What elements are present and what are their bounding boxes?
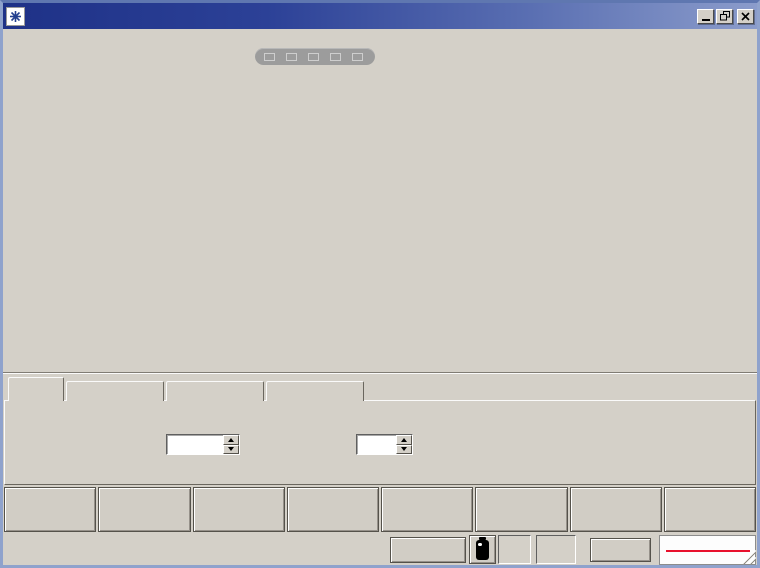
spinner-up-icon: [401, 438, 407, 442]
status-bar: [3, 534, 757, 565]
range-button[interactable]: [390, 537, 466, 563]
battery-icon: [476, 540, 489, 560]
signal-status-indicator: [536, 535, 576, 564]
legend-swatch-x-axis: [264, 53, 275, 61]
battery-percent: [498, 535, 531, 564]
legend-item: [352, 53, 366, 61]
logo-red-line: [666, 550, 750, 552]
scaling-y-down-button[interactable]: [223, 445, 239, 455]
legend-item: [308, 53, 322, 61]
tab-scale[interactable]: [8, 377, 64, 401]
restore-icon: [720, 11, 730, 21]
lost-packets-button[interactable]: [590, 538, 651, 562]
legend-item: [330, 53, 344, 61]
montronix-logo: [659, 535, 756, 565]
tab-offset-settings[interactable]: [166, 381, 264, 401]
hide-settings-button[interactable]: [193, 487, 285, 532]
legend-item: [264, 53, 278, 61]
blank-button-2[interactable]: [664, 487, 756, 532]
chart-legend: [255, 48, 375, 65]
select-sensor-button[interactable]: [475, 487, 567, 532]
close-icon: [741, 12, 750, 21]
spinner-down-icon: [401, 447, 407, 451]
separator: [3, 372, 757, 374]
scaling-y-up-button[interactable]: [223, 435, 239, 445]
window-controls: [697, 9, 754, 24]
scaling-y-input[interactable]: [166, 434, 240, 455]
legend-item: [286, 53, 300, 61]
button-row: [3, 487, 757, 532]
legend-swatch-z-axis: [308, 53, 319, 61]
restore-button[interactable]: [716, 9, 733, 24]
close-button[interactable]: [737, 9, 754, 24]
chart-panel: [3, 29, 757, 372]
legend-swatch-temperature: [352, 53, 363, 61]
config-button[interactable]: [4, 487, 96, 532]
load-log-file-button[interactable]: [381, 487, 473, 532]
tab-panel-scale: [4, 400, 756, 485]
scaling-x-up-button[interactable]: [396, 435, 412, 445]
app-icon: [6, 7, 25, 26]
adjust-to-window-size-button[interactable]: [98, 487, 190, 532]
tab-filter-settings[interactable]: [66, 381, 164, 401]
tab-log-file-player[interactable]: [266, 381, 364, 401]
title-bar: [3, 3, 757, 29]
tab-bar: [8, 377, 366, 401]
record-button[interactable]: [287, 487, 379, 532]
scaling-y-value[interactable]: [167, 435, 223, 454]
chart-canvas: [3, 29, 757, 363]
scaling-x-value[interactable]: [357, 435, 396, 454]
app-window: [0, 0, 760, 568]
scaling-x-down-button[interactable]: [396, 445, 412, 455]
scaling-x-input[interactable]: [356, 434, 413, 455]
pulseng-star-icon: [10, 11, 21, 22]
minimize-button[interactable]: [697, 9, 714, 24]
blank-button-1[interactable]: [570, 487, 662, 532]
battery-indicator: [469, 535, 496, 564]
spinner-up-icon: [228, 438, 234, 442]
minimize-icon: [702, 19, 710, 21]
legend-swatch-y-axis: [286, 53, 297, 61]
legend-swatch-module: [330, 53, 341, 61]
spinner-down-icon: [228, 447, 234, 451]
